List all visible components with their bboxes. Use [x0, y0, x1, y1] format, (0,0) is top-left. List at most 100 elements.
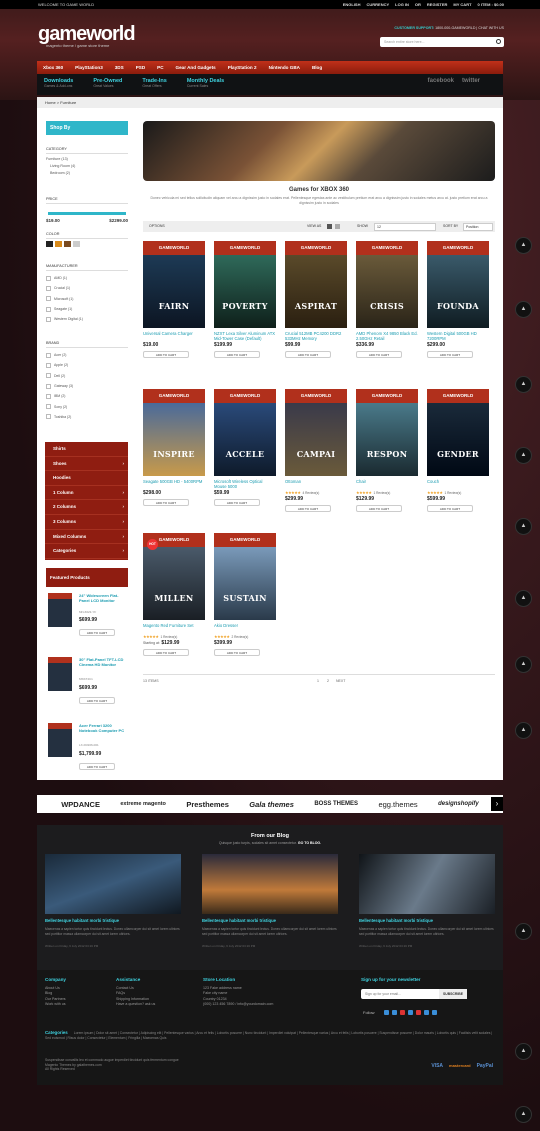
menu-item-categories[interactable]: Categories — [45, 544, 128, 559]
rss-icon[interactable] — [423, 1010, 429, 1015]
color-swatch[interactable] — [46, 241, 53, 247]
google-plus-icon[interactable] — [399, 1010, 405, 1015]
product-image[interactable]: GAMEWORLD CAMPAI — [285, 389, 347, 476]
product-name[interactable]: NZXT Lexa Silver Aluminum ATX Mid-Tower … — [214, 331, 276, 341]
color-swatch[interactable] — [55, 241, 62, 247]
scroll-up-icon[interactable]: ▲ — [515, 376, 532, 393]
menu-item-shoes[interactable]: Shoes — [45, 457, 128, 472]
brand-logo[interactable]: designshopify — [438, 801, 479, 807]
product-image[interactable]: GAMEWORLD FOUNDA — [427, 241, 489, 328]
scroll-up-icon[interactable]: ▲ — [515, 518, 532, 535]
menu-item-hoodies[interactable]: Hoodies — [45, 471, 128, 486]
filter-option[interactable]: Sony (2) — [46, 401, 128, 411]
add-to-cart-button[interactable]: ADD TO CART — [214, 499, 260, 506]
color-swatch[interactable] — [64, 241, 71, 247]
linkedin-icon[interactable] — [407, 1010, 413, 1015]
review-count[interactable]: 1 Review(s) — [160, 635, 177, 639]
filter-option[interactable]: Seagate (1) — [46, 304, 128, 314]
filter-option[interactable]: IBM (2) — [46, 391, 128, 401]
product-name[interactable]: AMD Phenom X4 9850 Black Ed. 2.50GHz Ret… — [356, 331, 418, 341]
post-title[interactable]: Bellentesque habitant morbi tristique — [45, 918, 181, 923]
filter-option[interactable]: Dell (2) — [46, 371, 128, 381]
scroll-up-icon[interactable]: ▲ — [515, 923, 532, 940]
product-name[interactable]: 30" Flat-Panel TFT-LCD Cinema HD Monitor — [79, 657, 127, 667]
nav-item-psd[interactable]: PSD — [130, 61, 151, 74]
product-name[interactable]: Seagate 500GB HD - 5400RPM — [143, 479, 205, 489]
nav-item-playstation3[interactable]: PlayStation3 — [69, 61, 109, 74]
add-to-cart-button[interactable]: ADD TO CART — [79, 697, 115, 704]
menu-item-shirts[interactable]: Shirts — [45, 442, 128, 457]
price-slider[interactable] — [48, 212, 126, 215]
category-link[interactable]: Bedroom (2) — [46, 170, 128, 177]
show-select[interactable]: 12 — [374, 222, 436, 231]
add-to-cart-button[interactable]: ADD TO CART — [427, 351, 473, 358]
color-swatch[interactable] — [73, 241, 80, 247]
add-to-cart-button[interactable]: ADD TO CART — [79, 763, 115, 770]
twitter-icon[interactable] — [391, 1010, 397, 1015]
brand-logo[interactable]: extreme magento — [120, 801, 166, 807]
nav-item-gear[interactable]: Gear And Gadgets — [170, 61, 222, 74]
product-image[interactable]: GAMEWORLD ACCELE — [214, 389, 276, 476]
post-image[interactable] — [202, 854, 338, 914]
register-link[interactable]: REGISTER — [427, 0, 447, 9]
page-link[interactable]: 2 — [327, 679, 329, 683]
footer-link[interactable]: Work with us — [45, 1002, 66, 1007]
filter-option[interactable]: Western Digital (1) — [46, 314, 128, 324]
category-links[interactable]: Lorem ipsum | Dolor sit amet | Consectet… — [45, 1031, 492, 1040]
login-link[interactable]: LOG IN — [395, 0, 409, 9]
product-name[interactable]: 24" Widescreen Flat-Panel LCD Monitor — [79, 593, 127, 603]
youtube-icon[interactable] — [415, 1010, 421, 1015]
facebook-icon[interactable]: facebook — [428, 78, 454, 84]
subnav-monthly-deals[interactable]: Monthly Deals Current Sales — [187, 78, 224, 88]
product-name[interactable]: Couch — [427, 479, 489, 489]
filter-option[interactable]: Gateway (3) — [46, 381, 128, 391]
post-title[interactable]: Bellentesque habitant morbi tristique — [202, 918, 338, 923]
scroll-up-icon[interactable]: ▲ — [515, 1043, 532, 1060]
filter-option[interactable]: Microsoft (1) — [46, 294, 128, 304]
currency-select[interactable]: CURRENCY — [366, 0, 389, 9]
scroll-up-icon[interactable]: ▲ — [515, 301, 532, 318]
brand-logo[interactable]: Gala themes — [249, 800, 294, 809]
grid-view-icon[interactable] — [327, 224, 332, 229]
post-image[interactable] — [45, 854, 181, 914]
search-icon[interactable] — [496, 39, 501, 44]
menu-item-1-column[interactable]: 1 Column — [45, 486, 128, 501]
subnav-tradeins[interactable]: Trade-Ins Great Offers — [142, 78, 166, 88]
add-to-cart-button[interactable]: ADD TO CART — [356, 351, 402, 358]
post-image[interactable] — [359, 854, 495, 914]
cart-summary[interactable]: 0 ITEM : $0.00 — [478, 0, 504, 9]
review-count[interactable]: 2 Review(s) — [231, 635, 248, 639]
nav-item-playstation2[interactable]: PlayStation 2 — [222, 61, 263, 74]
menu-item-2-columns[interactable]: 2 Columns — [45, 500, 128, 515]
review-count[interactable]: 4 Review(s) — [302, 491, 319, 495]
search-input[interactable]: Search entire store here... — [380, 37, 504, 47]
scroll-up-icon[interactable]: ▲ — [515, 447, 532, 464]
sort-select[interactable]: Position — [463, 222, 493, 231]
nav-item-blog[interactable]: Blog — [306, 61, 328, 74]
add-to-cart-button[interactable]: ADD TO CART — [79, 629, 115, 636]
product-image[interactable]: GAMEWORLD RESPON — [356, 389, 418, 476]
breadcrumb[interactable]: Home > Furniture — [37, 97, 503, 108]
product-image[interactable]: GAMEWORLD CRISIS — [356, 241, 418, 328]
add-to-cart-button[interactable]: ADD TO CART — [214, 351, 260, 358]
nav-item-xbox360[interactable]: Xbox 360 — [37, 61, 69, 74]
add-to-cart-button[interactable]: ADD TO CART — [427, 505, 473, 512]
product-name[interactable]: Crucial 512MB PC4200 DDR2 533MHz Memory — [285, 331, 347, 341]
vimeo-icon[interactable] — [431, 1010, 437, 1015]
scroll-up-icon[interactable]: ▲ — [515, 1106, 532, 1123]
subnav-downloads[interactable]: Downloads Games & Add-ons — [44, 78, 73, 88]
brands-next-arrow[interactable]: › — [491, 797, 503, 811]
product-image[interactable] — [48, 593, 72, 627]
nav-item-pc[interactable]: PC — [151, 61, 169, 74]
twitter-icon[interactable]: twitter — [462, 78, 480, 84]
next-page-link[interactable]: NEXT — [336, 679, 345, 683]
menu-item-mixed-columns[interactable]: Mixed Columns — [45, 530, 128, 545]
menu-item-3-columns[interactable]: 3 Columns — [45, 515, 128, 530]
filter-option[interactable]: Toshiba (2) — [46, 412, 128, 422]
category-link[interactable]: Furniture (13) — [46, 156, 128, 163]
brand-logo[interactable]: BOSS THEMES — [314, 801, 358, 807]
product-image[interactable]: GAMEWORLD ASPIRAT — [285, 241, 347, 328]
product-name[interactable]: Ottoman — [285, 479, 347, 489]
product-name[interactable]: Magento Red Furniture Set — [143, 623, 205, 633]
product-image[interactable] — [48, 723, 72, 757]
